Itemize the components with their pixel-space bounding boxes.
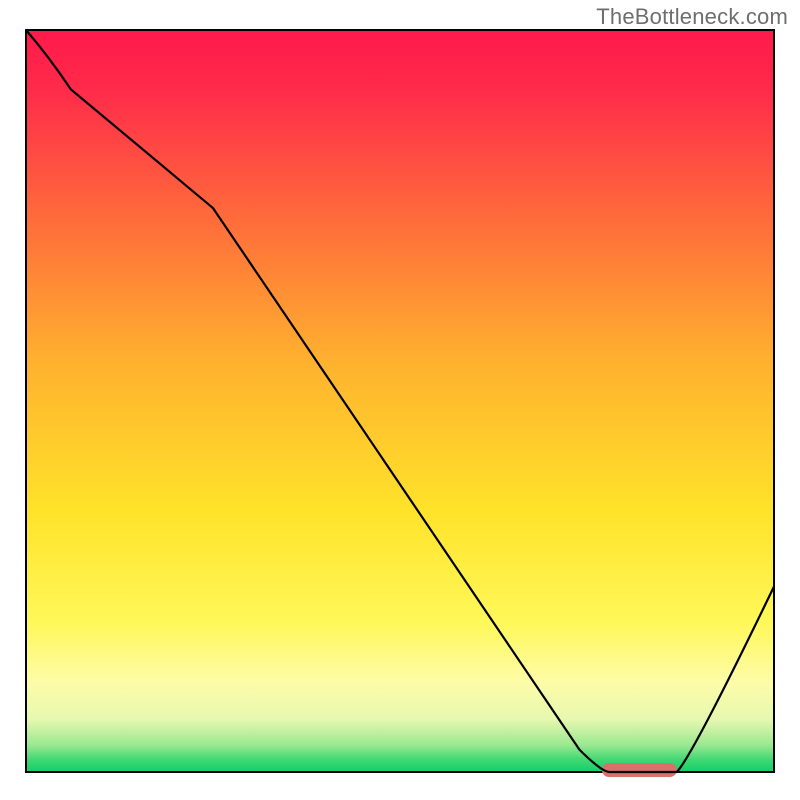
watermark-text: TheBottleneck.com bbox=[596, 4, 788, 30]
bottleneck-chart bbox=[0, 0, 800, 800]
optimal-marker bbox=[602, 763, 677, 777]
chart-container: TheBottleneck.com bbox=[0, 0, 800, 800]
plot-background bbox=[27, 31, 773, 771]
